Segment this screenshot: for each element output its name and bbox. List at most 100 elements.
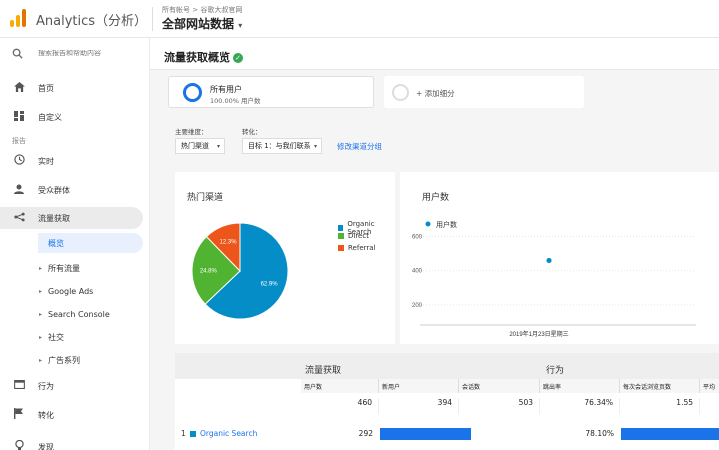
acquisition-icon <box>0 212 38 225</box>
group-acquisition: 流量获取 <box>305 366 342 376</box>
sidebar-subitem-label: 所有流量 <box>48 263 80 273</box>
sidebar-item-label: 转化 <box>38 410 54 420</box>
app-title: Analytics（分析） <box>36 14 148 29</box>
row-color-swatch <box>190 431 196 437</box>
y-tick-label: 600 <box>412 235 423 241</box>
behavior-icon <box>0 380 38 392</box>
users-chart[interactable]: 用户数 200 400 600 2019年1月23日星期三 <box>400 212 700 342</box>
sidebar-subitem-campaigns[interactable]: ▸ 广告系列 <box>0 350 150 370</box>
person-icon <box>0 184 38 197</box>
sidebar-subitem-label: 社交 <box>48 332 64 342</box>
row-index: 1 <box>181 429 186 438</box>
add-segment-label: + 添加细分 <box>416 89 455 98</box>
y-tick-label: 200 <box>412 303 423 309</box>
col-pages-per-session[interactable]: 每次会话浏览页数 <box>620 379 700 393</box>
segment-percent: 100.00% 用户数 <box>210 97 261 105</box>
legend-referral[interactable]: Referral <box>338 244 376 252</box>
sidebar-item-realtime[interactable]: 实时 <box>0 150 150 172</box>
sidebar: 首页 自定义 报告 实时 受众群体 流量获取 概览 ▸ 所有流量 ▸ Googl… <box>0 38 150 450</box>
users-panel: 用户数 用户数 200 400 600 2019年1月23日星期三 <box>400 172 719 344</box>
sidebar-item-behavior[interactable]: 行为 <box>0 375 150 397</box>
top-channels-title: 热门渠道 <box>187 193 224 203</box>
total-users: 460 <box>301 398 379 414</box>
sidebar-subitem-label: 广告系列 <box>48 355 80 365</box>
sidebar-subitem-social[interactable]: ▸ 社交 <box>0 327 150 347</box>
legend-swatch <box>338 233 344 239</box>
col-avg[interactable]: 平均 <box>700 379 719 393</box>
users-title: 用户数 <box>422 193 450 203</box>
sidebar-subitem-search-console[interactable]: ▸ Search Console <box>0 304 150 324</box>
account-breadcrumb[interactable]: 所有帐号 > 谷歌大叔官网 <box>162 5 242 15</box>
primary-dimension-label: 主要维度： <box>175 128 208 136</box>
sidebar-item-conversions[interactable]: 转化 <box>0 404 150 426</box>
main-content: 流量获取概览 ✓ 所有用户 100.00% 用户数 + 添加细分 主要维度： 热门… <box>150 38 719 450</box>
reports-section-label: 报告 <box>12 137 26 145</box>
row-sessions-bar <box>380 428 472 440</box>
col-sessions[interactable]: 会话数 <box>459 379 540 393</box>
edit-channel-grouping-link[interactable]: 修改渠道分组 <box>337 141 382 152</box>
caret-right-icon: ▸ <box>38 264 42 272</box>
header-divider <box>152 7 153 31</box>
group-behavior: 行为 <box>546 366 565 376</box>
conversion-value: 目标 1：与我们联系 <box>248 142 311 150</box>
table-group-header <box>175 353 719 379</box>
segment-placeholder-icon <box>392 84 409 101</box>
sidebar-search[interactable] <box>12 48 23 62</box>
pie-slice-label: 12.3% <box>220 240 238 246</box>
x-tick-date: 2019年1月23日星期三 <box>509 330 568 338</box>
home-icon <box>0 81 38 95</box>
sidebar-item-label: 自定义 <box>38 112 62 122</box>
legend-direct[interactable]: Direct <box>338 232 369 240</box>
sidebar-item-discover[interactable]: 发现 <box>0 436 150 450</box>
caret-down-icon: ▾ <box>216 142 220 150</box>
table-row[interactable]: 1 Organic Search 292 78.10% <box>175 425 719 443</box>
sidebar-subitem-all-traffic[interactable]: ▸ 所有流量 <box>0 258 150 278</box>
total-bounce-rate: 76.34% <box>540 398 620 414</box>
conversion-dropdown[interactable]: 目标 1：与我们联系 ▾ <box>242 138 322 154</box>
primary-dimension-dropdown[interactable]: 热门渠道 ▾ <box>175 138 225 154</box>
row-bounce-rate: 78.10% <box>585 429 614 438</box>
pie-slice-label: 24.8% <box>200 268 218 274</box>
lightbulb-icon <box>0 439 38 450</box>
add-segment-button[interactable]: + 添加细分 <box>384 76 584 108</box>
legend-label: Referral <box>348 244 376 252</box>
col-users[interactable]: 用户数 <box>301 379 379 393</box>
page-header: 流量获取概览 ✓ <box>150 38 719 70</box>
view-name: 全部网站数据 <box>162 17 235 31</box>
flag-icon <box>0 408 38 422</box>
acquisition-table: 流量获取 行为 用户数 新用户 会话数 跳出率 每次会话浏览页数 平均 460 … <box>175 353 719 450</box>
legend-swatch <box>338 225 344 231</box>
row-behavior-bar <box>621 428 719 440</box>
sidebar-item-label: 行为 <box>38 381 54 391</box>
sidebar-item-customization[interactable]: 自定义 <box>0 106 150 128</box>
sidebar-subitem-label: Search Console <box>48 309 110 319</box>
legend-dot <box>425 221 431 227</box>
top-channels-panel: 热门渠道 62.9% 24.8% 12.3% Organic Search Dire… <box>175 172 395 344</box>
users-data-point[interactable] <box>546 257 552 264</box>
segment-name: 所有用户 <box>210 85 242 94</box>
row-users: 292 <box>358 429 373 438</box>
search-input[interactable] <box>38 50 138 57</box>
row-channel-link[interactable]: Organic Search <box>200 429 257 438</box>
caret-down-icon: ▾ <box>313 142 317 150</box>
total-sessions: 503 <box>459 398 540 414</box>
sidebar-subitem-label: 概览 <box>48 238 64 248</box>
sidebar-item-label: 实时 <box>38 156 54 166</box>
sidebar-subitem-overview[interactable]: 概览 <box>38 233 143 253</box>
clock-icon <box>0 154 38 168</box>
caret-right-icon: ▸ <box>38 333 42 341</box>
analytics-logo[interactable] <box>10 9 26 27</box>
segment-ring-icon <box>183 83 202 102</box>
sidebar-item-label: 发现 <box>38 442 54 450</box>
segment-card-all-users[interactable]: 所有用户 100.00% 用户数 <box>168 76 374 108</box>
sidebar-item-label: 流量获取 <box>38 213 70 223</box>
sidebar-item-acquisition[interactable]: 流量获取 <box>0 207 143 229</box>
top-channels-pie[interactable]: 62.9% 24.8% 12.3% <box>185 216 295 326</box>
sidebar-item-audience[interactable]: 受众群体 <box>0 179 150 201</box>
sidebar-item-home[interactable]: 首页 <box>0 77 150 99</box>
sidebar-subitem-google-ads[interactable]: ▸ Google Ads <box>0 281 150 301</box>
search-icon[interactable] <box>12 48 23 62</box>
col-new-users[interactable]: 新用户 <box>379 379 459 393</box>
view-selector[interactable]: 全部网站数据 ▾ <box>162 15 242 32</box>
col-bounce-rate[interactable]: 跳出率 <box>540 379 620 393</box>
